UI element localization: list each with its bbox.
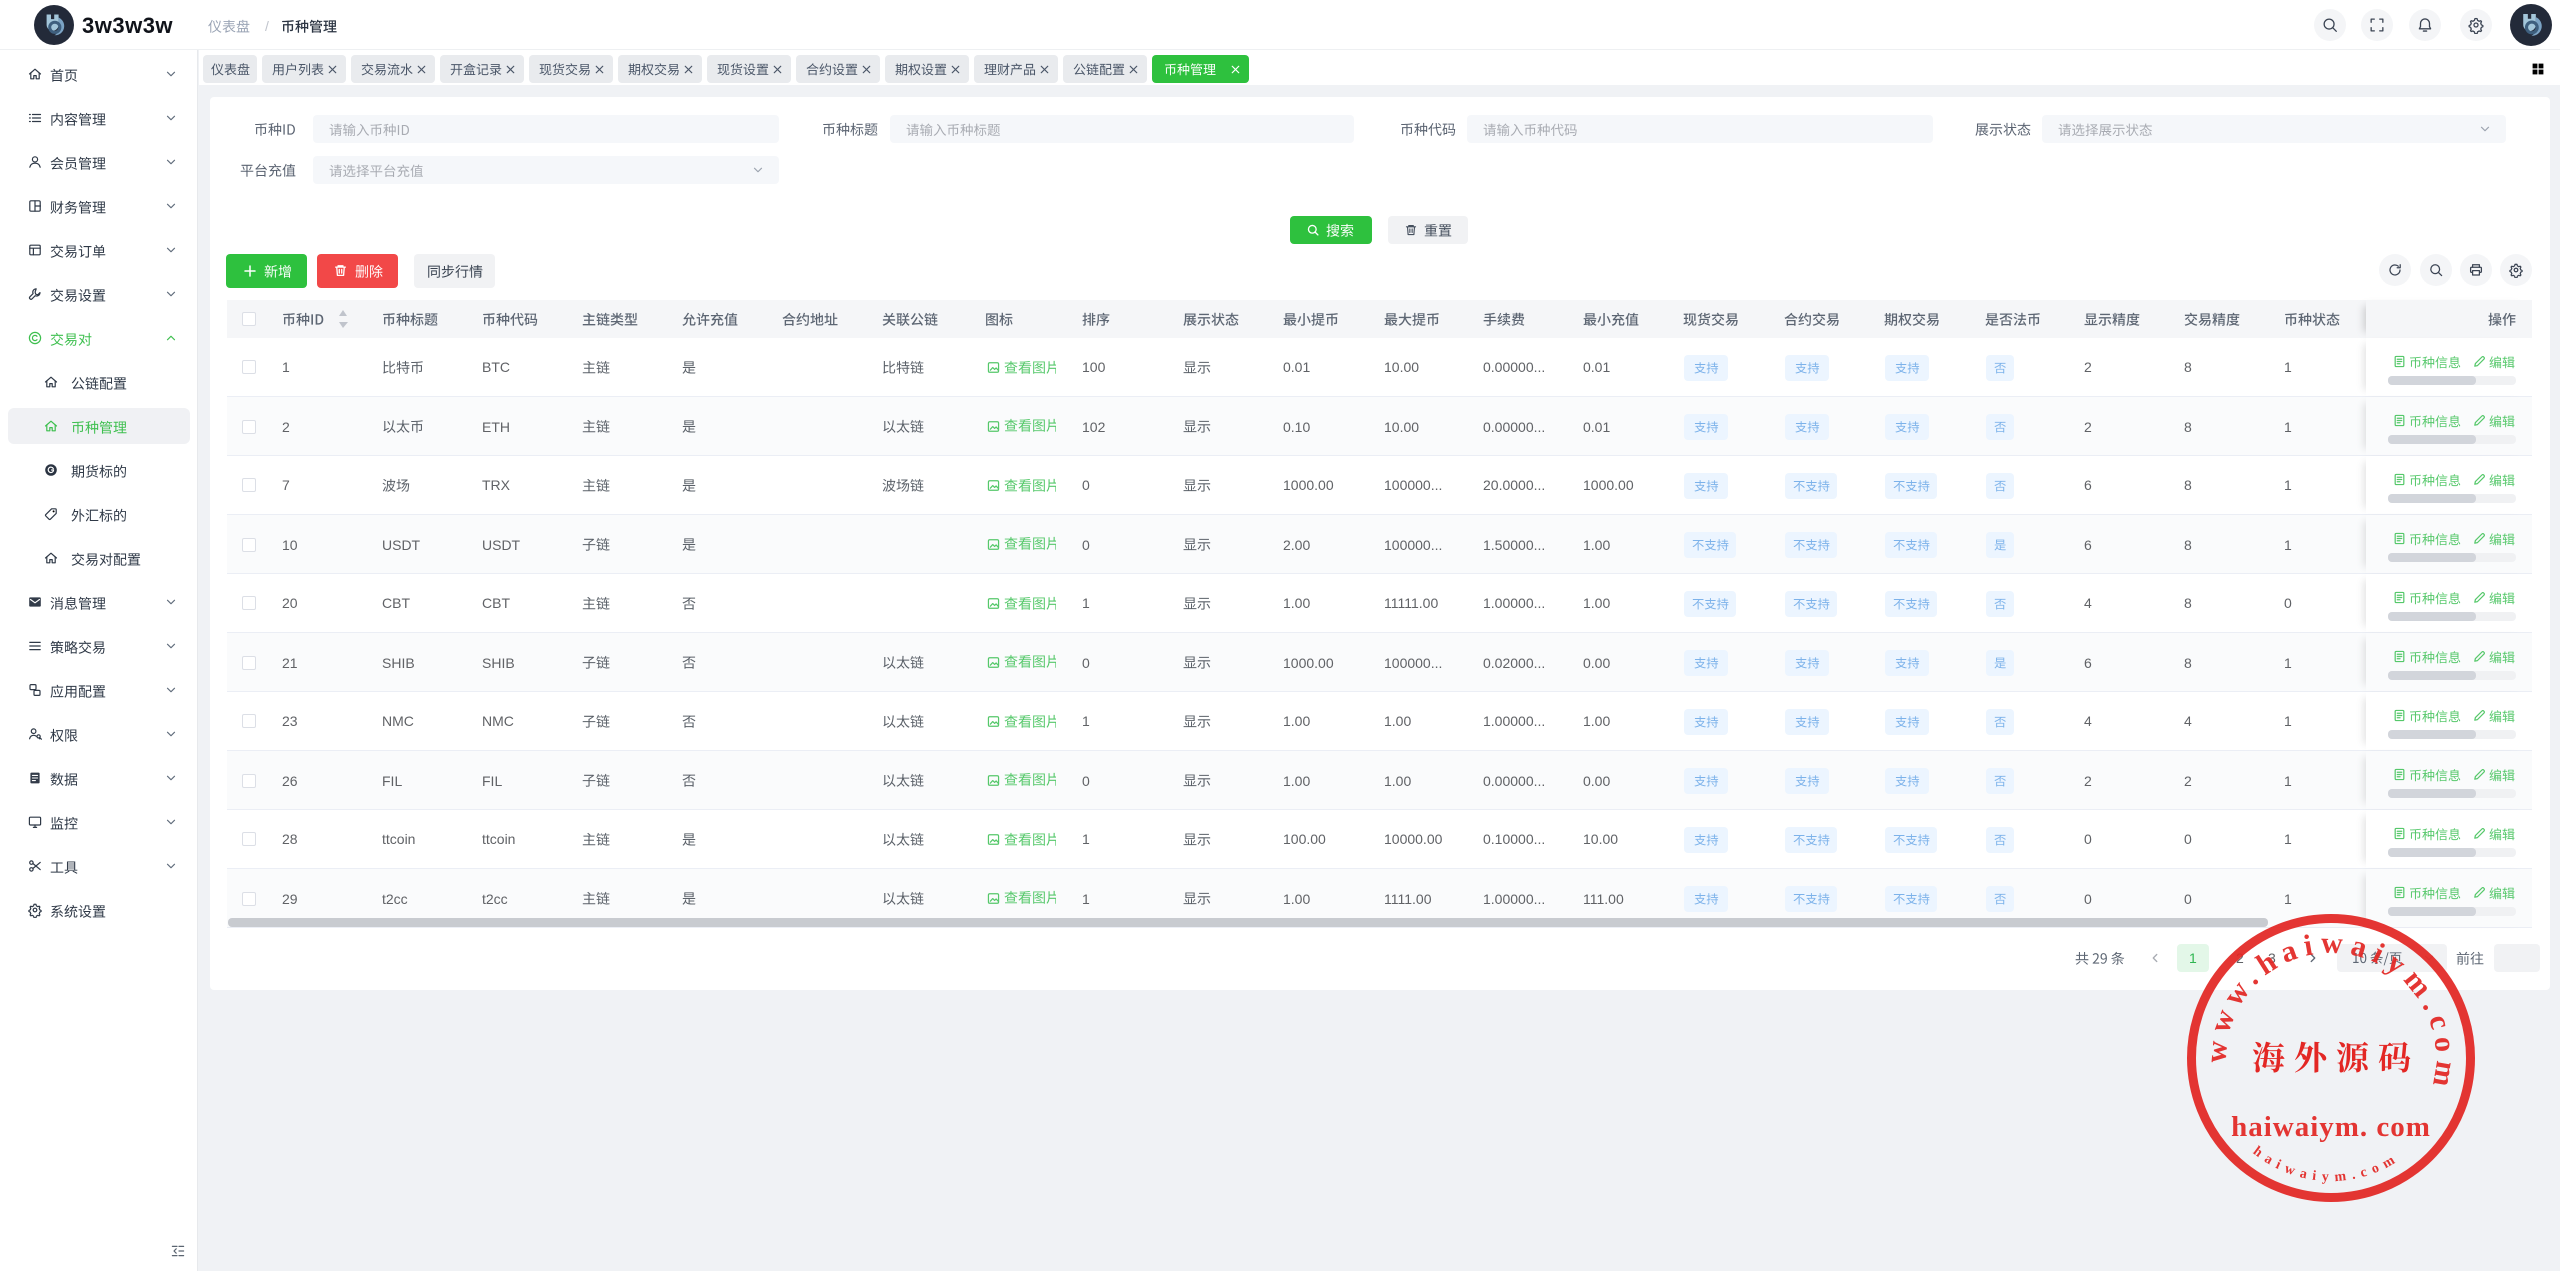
svg-text:haiwaiym.com: haiwaiym.com: [2250, 1144, 2403, 1185]
svg-text:haiwaiym. com: haiwaiym. com: [2231, 1111, 2431, 1143]
